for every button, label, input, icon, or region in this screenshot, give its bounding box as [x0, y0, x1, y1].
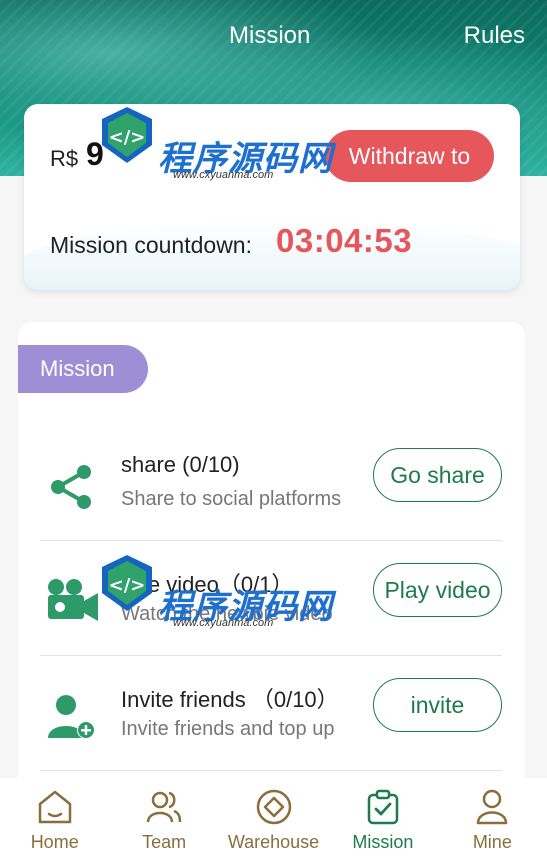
task-share: share (0/10) Share to social platforms G… [40, 426, 502, 541]
add-user-icon [46, 692, 96, 742]
withdraw-button[interactable]: Withdraw to [325, 130, 494, 182]
tab-warehouse[interactable]: Warehouse [219, 778, 328, 863]
task-video: vice video（0/1） Watch the newbie video P… [40, 541, 502, 656]
team-icon [146, 791, 182, 823]
tab-label: Mine [472, 832, 512, 852]
page-title: Mission [229, 22, 311, 49]
home-icon [38, 790, 71, 824]
go-share-button[interactable]: Go share [373, 448, 502, 502]
balance-card: R$ 9 Withdraw to Mission countdown: 03:0… [24, 104, 520, 290]
tab-label: Home [30, 832, 79, 852]
tab-label: Mission [352, 832, 414, 852]
task-title: Invite friends （0/10） [121, 687, 339, 712]
user-icon [477, 789, 508, 825]
mission-icon [367, 789, 399, 825]
task-invite: Invite friends （0/10） Invite friends and… [40, 656, 502, 771]
tab-mine[interactable]: Mine [438, 778, 547, 863]
share-icon [46, 462, 96, 512]
rules-link[interactable]: Rules [464, 22, 525, 50]
tab-label: Warehouse [227, 832, 320, 852]
task-description: Share to social platforms [121, 488, 342, 510]
tab-label: Team [142, 832, 187, 852]
task-title: vice video（0/1） [121, 572, 294, 597]
tab-team[interactable]: Team [109, 778, 218, 863]
play-video-button[interactable]: Play video [373, 563, 502, 617]
video-camera-icon [44, 575, 100, 625]
task-title: share (0/10) [121, 452, 240, 477]
mission-card: Mission share (0/10) Share to social pla… [18, 322, 525, 802]
mission-tag: Mission [18, 345, 148, 393]
task-description: Invite friends and top up [121, 718, 335, 740]
warehouse-icon [256, 789, 291, 825]
tab-mission[interactable]: Mission [328, 778, 437, 863]
countdown-value: 03:04:53 [276, 222, 413, 259]
tab-home[interactable]: Home [0, 778, 109, 863]
bottom-tab-bar: Home Team Warehouse Mission Mine [0, 778, 547, 863]
currency-symbol: R$ [50, 146, 79, 171]
balance-amount: 9 [86, 136, 104, 172]
invite-button[interactable]: invite [373, 678, 502, 732]
countdown-label: Mission countdown: [50, 232, 252, 258]
task-description: Watch the newbie video [121, 603, 333, 625]
